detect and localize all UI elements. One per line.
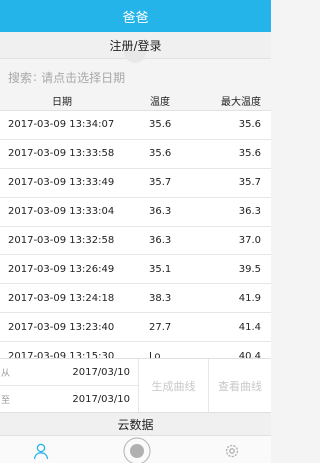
cell-date: 2017-03-09 13:24:18 bbox=[8, 292, 115, 304]
cell-max-temp: 39.5 bbox=[238, 263, 261, 275]
cell-max-temp: 35.6 bbox=[238, 148, 261, 160]
table-row[interactable]: 2017-03-09 13:32:58 36.3 37.0 bbox=[0, 226, 271, 256]
search-label: 搜索 bbox=[8, 70, 33, 85]
column-header-max: 最大温度 bbox=[221, 97, 261, 108]
cell-temp: 38.3 bbox=[149, 292, 172, 304]
to-date-value[interactable]: 2017/03/10 bbox=[30, 394, 138, 405]
search-separator: : bbox=[33, 70, 38, 84]
table-row[interactable]: 2017-03-09 13:26:49 35.1 39.5 bbox=[0, 255, 271, 285]
app-header: 爸爸 bbox=[0, 0, 271, 32]
view-curve-label: 查看曲线 bbox=[218, 380, 262, 393]
cell-max-temp: 40.4 bbox=[238, 350, 261, 358]
table-row[interactable]: 2017-03-09 13:34:07 35.6 35.6 bbox=[0, 111, 271, 140]
cloud-data-label: 云数据 bbox=[117, 417, 154, 432]
cell-temp: 35.6 bbox=[149, 148, 172, 160]
cell-temp: 36.3 bbox=[149, 235, 172, 246]
cell-temp: 35.7 bbox=[149, 177, 172, 189]
cell-max-temp: 41.9 bbox=[238, 292, 261, 304]
table-row[interactable]: 2017-03-09 13:23:40 27.7 41.4 bbox=[0, 313, 271, 343]
temperature-table: 日期 温度 最大温度 2017-03-09 13:34:07 35.6 35.6 20… bbox=[0, 91, 271, 358]
cell-temp: 35.6 bbox=[149, 119, 172, 131]
cell-temp: 27.7 bbox=[149, 321, 172, 333]
table-row[interactable]: 2017-03-09 13:24:18 38.3 41.9 bbox=[0, 284, 271, 314]
column-header-date: 日期 bbox=[52, 97, 72, 108]
table-row[interactable]: 2017-03-09 13:15:30 Lo 40.4 bbox=[0, 342, 271, 358]
record-icon[interactable] bbox=[123, 437, 151, 463]
from-date-row[interactable]: 从 2017/03/10 bbox=[0, 359, 138, 386]
cell-max-temp: 36.3 bbox=[238, 206, 261, 218]
pull-tab bbox=[124, 51, 146, 63]
view-curve-button[interactable]: 查看曲线 bbox=[208, 359, 271, 413]
gear-icon[interactable] bbox=[223, 442, 241, 460]
cell-max-temp: 41.4 bbox=[238, 321, 261, 333]
cell-date: 2017-03-09 13:26:49 bbox=[8, 263, 115, 275]
cell-date: 2017-03-09 13:34:07 bbox=[8, 119, 115, 131]
curve-panel: 从 2017/03/10 至 2017/03/10 生成曲线 查看曲线 bbox=[0, 358, 271, 413]
generate-curve-button[interactable]: 生成曲线 bbox=[138, 359, 208, 413]
to-date-row[interactable]: 至 2017/03/10 bbox=[0, 386, 138, 413]
cell-date: 2017-03-09 13:32:58 bbox=[8, 235, 115, 246]
column-header-temp: 温度 bbox=[150, 97, 170, 108]
table-row[interactable]: 2017-03-09 13:33:49 35.7 35.7 bbox=[0, 168, 271, 198]
cell-temp: 35.1 bbox=[149, 263, 172, 275]
user-icon[interactable] bbox=[32, 442, 50, 460]
table-body: 2017-03-09 13:34:07 35.6 35.6 2017-03-09 13… bbox=[0, 111, 271, 358]
search-bar[interactable]: 搜索 : 请点击选择日期 bbox=[0, 63, 271, 91]
cell-temp: Lo bbox=[149, 350, 161, 358]
table-header: 日期 温度 最大温度 bbox=[0, 91, 271, 111]
cloud-data-button[interactable]: 云数据 bbox=[0, 412, 271, 435]
table-row[interactable]: 2017-03-09 13:33:58 35.6 35.6 bbox=[0, 139, 271, 169]
cell-date: 2017-03-09 13:33:58 bbox=[8, 148, 115, 160]
from-date-value[interactable]: 2017/03/10 bbox=[30, 367, 138, 378]
cell-date: 2017-03-09 13:23:40 bbox=[8, 321, 115, 333]
cell-date: 2017-03-09 13:33:49 bbox=[8, 177, 115, 189]
table-row[interactable]: 2017-03-09 13:33:04 36.3 36.3 bbox=[0, 197, 271, 227]
page-title: 爸爸 bbox=[122, 10, 149, 26]
from-label: 从 bbox=[1, 368, 11, 379]
cell-max-temp: 37.0 bbox=[238, 235, 261, 246]
search-placeholder[interactable]: 请点击选择日期 bbox=[41, 69, 125, 86]
cell-max-temp: 35.6 bbox=[238, 119, 261, 131]
cell-max-temp: 35.7 bbox=[238, 177, 261, 189]
cell-date: 2017-03-09 13:15:30 bbox=[8, 350, 115, 358]
to-label: 至 bbox=[1, 396, 11, 406]
cell-date: 2017-03-09 13:33:04 bbox=[8, 206, 115, 218]
generate-curve-label: 生成曲线 bbox=[151, 380, 196, 393]
cell-temp: 36.3 bbox=[149, 206, 172, 218]
